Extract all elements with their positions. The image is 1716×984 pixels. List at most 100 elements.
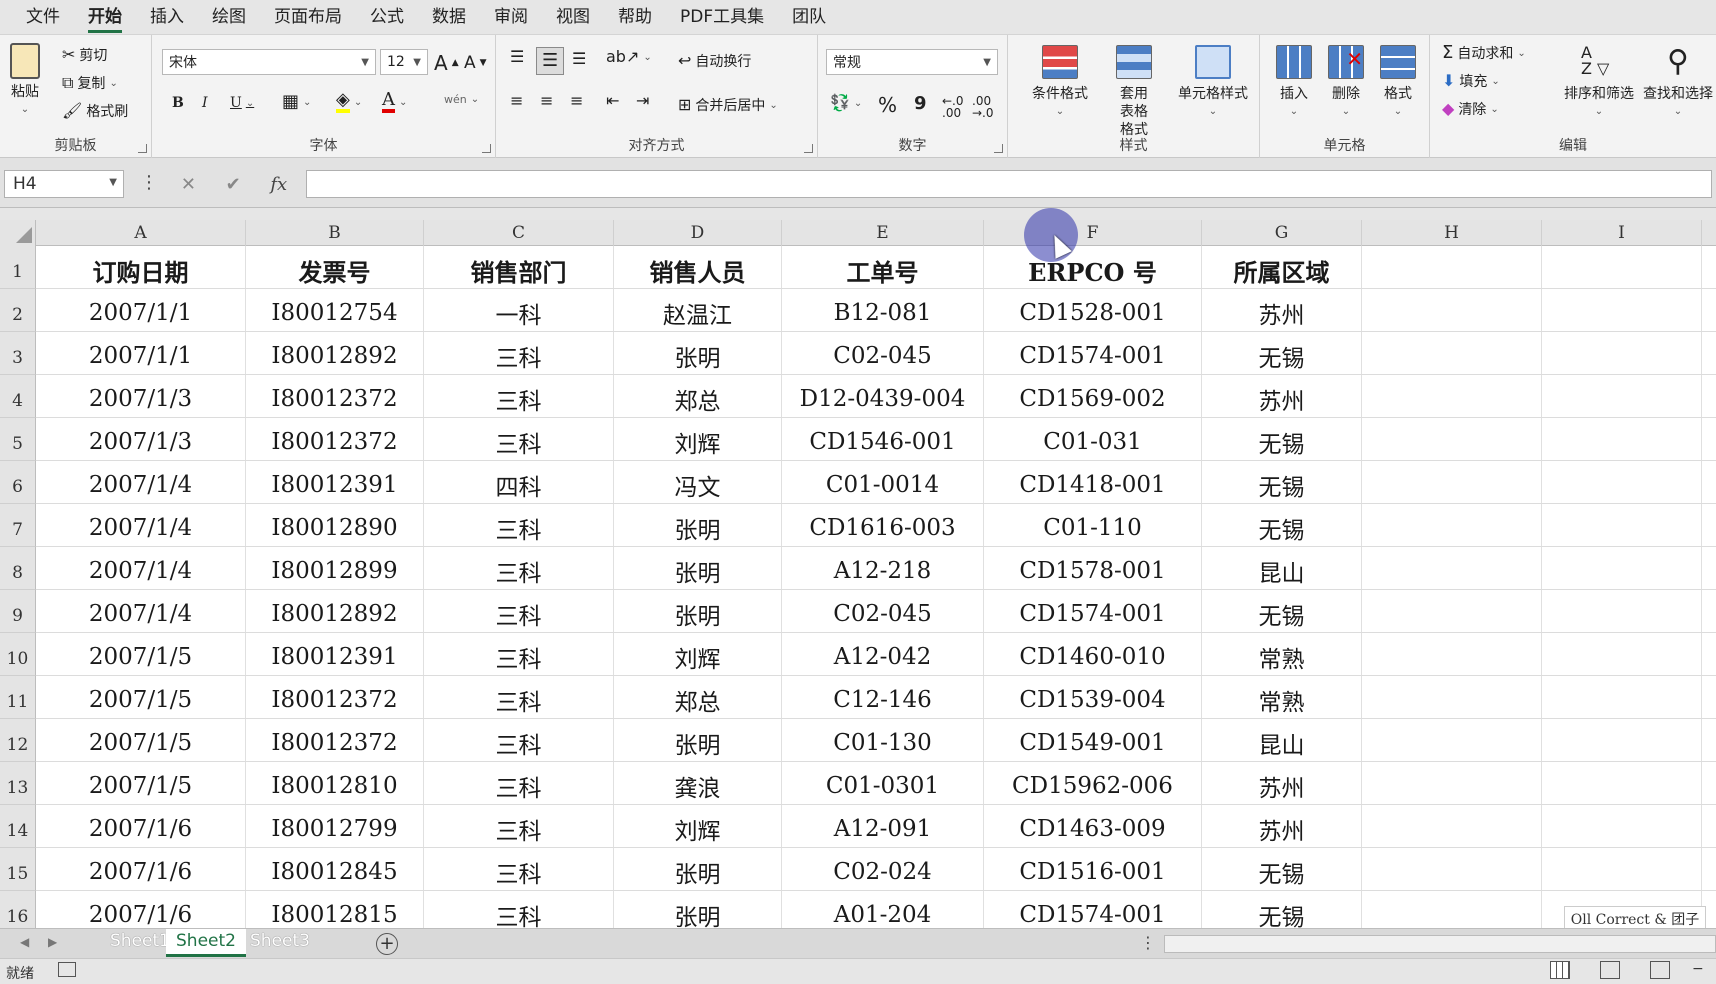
cell[interactable]: 三科 <box>424 418 614 460</box>
sheet-tab[interactable]: Sheet2 <box>166 929 246 957</box>
cell[interactable]: ERPCO 号 <box>984 246 1202 288</box>
find-select-button[interactable]: ⚲ 查找和选择 ⌄ <box>1640 45 1716 121</box>
cell[interactable] <box>1542 805 1702 847</box>
menu-tab[interactable]: 审阅 <box>480 0 542 34</box>
cell[interactable] <box>1362 805 1542 847</box>
align-bottom-button[interactable]: ☰ <box>572 51 586 67</box>
cell[interactable]: D12-0439-004 <box>782 375 984 417</box>
cell[interactable]: 龚浪 <box>614 762 782 804</box>
menu-tab[interactable]: 公式 <box>356 0 418 34</box>
cell[interactable] <box>1542 848 1702 890</box>
cell[interactable]: A12-091 <box>782 805 984 847</box>
underline-button[interactable]: U ⌄ <box>230 95 254 111</box>
cell-styles-button[interactable]: 单元格样式 ⌄ <box>1168 45 1258 121</box>
cell[interactable]: 无锡 <box>1202 848 1362 890</box>
cell[interactable] <box>1362 504 1542 546</box>
cell[interactable]: 张明 <box>614 332 782 374</box>
column-header[interactable]: F <box>984 220 1202 246</box>
cell[interactable]: 三科 <box>424 891 614 928</box>
accounting-format-button[interactable]: 💱 ⌄ <box>830 95 862 111</box>
row-header[interactable]: 9 <box>0 590 36 633</box>
zoom-out-icon[interactable]: − <box>1692 961 1704 977</box>
align-right-button[interactable]: ≡ <box>570 93 583 109</box>
fill-color-button[interactable]: ◈ ⌄ <box>336 91 362 113</box>
percent-button[interactable]: % <box>878 93 897 117</box>
column-header[interactable]: E <box>782 220 984 246</box>
cell[interactable]: C01-031 <box>984 418 1202 460</box>
cell[interactable]: I80012845 <box>246 848 424 890</box>
borders-button[interactable]: ▦ ⌄ <box>282 93 311 111</box>
cell[interactable]: 工单号 <box>782 246 984 288</box>
menu-tab[interactable]: 帮助 <box>604 0 666 34</box>
cell[interactable]: 2007/1/3 <box>36 418 246 460</box>
font-name-select[interactable]: 宋体 ▼ <box>162 49 376 75</box>
row-header[interactable]: 7 <box>0 504 36 547</box>
cell[interactable]: 无锡 <box>1202 418 1362 460</box>
decrease-decimal-button[interactable]: .00 →.0 <box>972 95 994 119</box>
cell[interactable]: CD1539-004 <box>984 676 1202 718</box>
row-header[interactable]: 5 <box>0 418 36 461</box>
increase-indent-button[interactable]: ⇥ <box>636 93 649 109</box>
row-header[interactable]: 14 <box>0 805 36 848</box>
row-header[interactable]: 8 <box>0 547 36 590</box>
row-header[interactable]: 4 <box>0 375 36 418</box>
menu-tab[interactable]: 数据 <box>418 0 480 34</box>
cell[interactable]: CD1616-003 <box>782 504 984 546</box>
sort-filter-button[interactable]: AZ ▽ 排序和筛选 ⌄ <box>1558 45 1640 121</box>
cell[interactable]: 2007/1/4 <box>36 461 246 503</box>
name-box[interactable]: H4 ▼ <box>4 170 124 198</box>
cell[interactable]: 无锡 <box>1202 504 1362 546</box>
select-all-button[interactable] <box>0 220 36 246</box>
cell[interactable]: 刘辉 <box>614 418 782 460</box>
cell[interactable]: 郑总 <box>614 676 782 718</box>
cell[interactable]: 一科 <box>424 289 614 331</box>
cut-button[interactable]: ✂ 剪切 <box>62 45 107 65</box>
cell[interactable]: 销售人员 <box>614 246 782 288</box>
cell[interactable] <box>1542 504 1702 546</box>
more-options-icon[interactable]: ⋮ <box>140 172 158 193</box>
format-cells-button[interactable]: 格式 ⌄ <box>1372 45 1424 121</box>
cell[interactable] <box>1362 676 1542 718</box>
cell[interactable]: 2007/1/5 <box>36 633 246 675</box>
cell[interactable]: 三科 <box>424 719 614 761</box>
dialog-launcher-icon[interactable] <box>804 144 813 153</box>
cell[interactable]: I80012372 <box>246 676 424 718</box>
cell[interactable] <box>1542 547 1702 589</box>
column-header[interactable]: A <box>36 220 246 246</box>
comma-style-button[interactable]: 9 <box>914 93 927 114</box>
cell[interactable]: 三科 <box>424 633 614 675</box>
cell[interactable]: I80012391 <box>246 461 424 503</box>
cell[interactable]: C01-0301 <box>782 762 984 804</box>
cell[interactable]: 2007/1/5 <box>36 762 246 804</box>
cell[interactable]: 昆山 <box>1202 719 1362 761</box>
cell[interactable] <box>1362 719 1542 761</box>
italic-button[interactable]: I <box>202 95 208 111</box>
conditional-format-button[interactable]: 条件格式 ⌄ <box>1022 45 1098 121</box>
row-header[interactable]: 10 <box>0 633 36 676</box>
insert-function-button[interactable]: fx <box>270 174 287 195</box>
next-sheet-icon[interactable]: ▶ <box>48 935 57 949</box>
cell[interactable] <box>1362 590 1542 632</box>
cell[interactable]: I80012754 <box>246 289 424 331</box>
more-options-icon[interactable]: ⋮ <box>1140 933 1156 952</box>
insert-cells-button[interactable]: 插入 ⌄ <box>1268 45 1320 121</box>
cell[interactable]: 2007/1/6 <box>36 848 246 890</box>
cell[interactable]: 三科 <box>424 676 614 718</box>
cell[interactable] <box>1542 418 1702 460</box>
menu-tab[interactable]: 团队 <box>778 0 840 34</box>
menu-tab[interactable]: PDF工具集 <box>666 0 778 34</box>
align-top-button[interactable]: ☰ <box>510 49 524 65</box>
cell[interactable]: 三科 <box>424 375 614 417</box>
cell[interactable]: 无锡 <box>1202 332 1362 374</box>
cell[interactable]: 苏州 <box>1202 805 1362 847</box>
cell[interactable]: 刘辉 <box>614 633 782 675</box>
cell[interactable] <box>1362 246 1542 288</box>
cell[interactable]: CD1578-001 <box>984 547 1202 589</box>
cell[interactable] <box>1362 547 1542 589</box>
menu-tab[interactable]: 绘图 <box>198 0 260 34</box>
cell[interactable]: 三科 <box>424 547 614 589</box>
number-format-select[interactable]: 常规 ▼ <box>826 49 998 75</box>
paste-button[interactable]: 粘贴 ⌄ <box>10 43 40 119</box>
cell[interactable]: CD1460-010 <box>984 633 1202 675</box>
cell[interactable] <box>1542 676 1702 718</box>
